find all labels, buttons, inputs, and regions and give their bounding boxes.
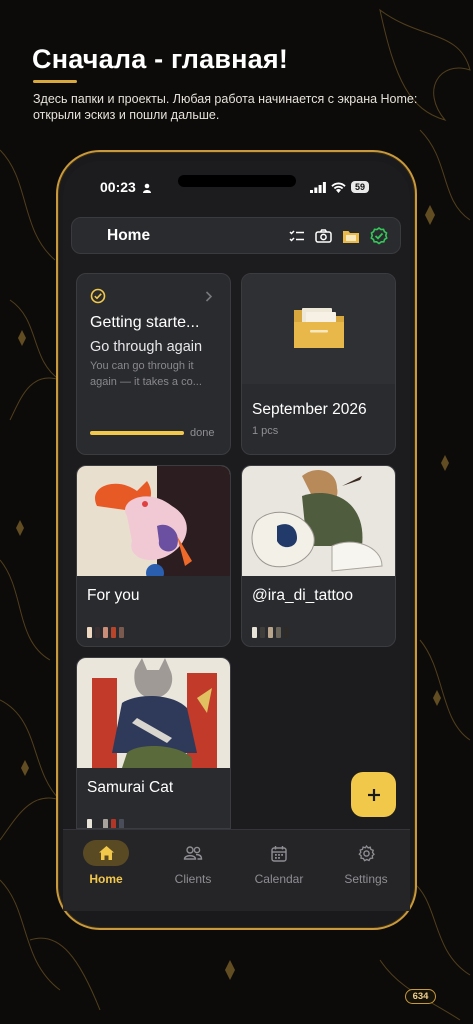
folder-title: September 2026	[252, 401, 367, 418]
person-icon	[142, 183, 151, 193]
check-circle-icon	[90, 288, 106, 304]
tab-home[interactable]: Home	[66, 840, 146, 886]
swatch	[252, 627, 257, 638]
project-card-ira[interactable]: @ira_di_tattoo	[241, 465, 396, 647]
calendar-icon	[271, 845, 287, 862]
swatch	[111, 627, 116, 638]
tab-settings-label: Settings	[344, 872, 388, 886]
dynamic-island	[178, 175, 296, 187]
swatch	[284, 627, 289, 638]
progress-label: done	[190, 427, 215, 439]
swatch	[119, 819, 124, 828]
folder-count: 1 pcs	[252, 425, 279, 437]
tab-settings[interactable]: Settings	[326, 840, 406, 886]
progress-track	[90, 431, 184, 435]
project-card-samurai[interactable]: Samurai Cat	[76, 657, 231, 829]
tab-home-pill	[83, 840, 129, 866]
project-thumbnail	[242, 466, 395, 576]
bottom-tab-bar: Home Clients Calendar Settings	[63, 829, 410, 911]
home-top-bar: Home	[71, 217, 401, 254]
tab-calendar[interactable]: Calendar	[239, 840, 319, 886]
folder-card[interactable]: September 2026 1 pcs	[241, 273, 396, 455]
swatch	[103, 627, 108, 638]
color-swatches	[252, 627, 289, 638]
swatch	[95, 627, 100, 638]
getting-started-description: You can go through it again — it takes a…	[90, 360, 202, 388]
tab-home-label: Home	[89, 872, 123, 886]
getting-started-card[interactable]: Getting starte... Go through again You c…	[76, 273, 231, 455]
home-icon	[98, 846, 114, 860]
checklist-icon[interactable]	[289, 229, 305, 243]
progress-fill	[90, 431, 184, 435]
swatch	[119, 627, 124, 638]
tab-clients[interactable]: Clients	[153, 840, 233, 886]
color-swatches	[87, 627, 124, 638]
page-number-badge: 634	[405, 989, 436, 1004]
status-icons: 59	[310, 181, 370, 193]
slide-subtitle: Здесь папки и проекты. Любая работа начи…	[33, 92, 418, 122]
getting-started-subtitle: Go through again	[90, 339, 203, 355]
tab-calendar-label: Calendar	[254, 872, 304, 886]
for-you-title: For you	[87, 587, 140, 604]
wifi-icon	[331, 182, 346, 193]
getting-started-title: Getting starte...	[90, 314, 200, 331]
swatch	[87, 819, 92, 828]
signal-icon	[310, 181, 326, 193]
people-icon	[183, 846, 203, 860]
gear-icon	[357, 844, 375, 861]
verified-check-icon[interactable]	[370, 227, 388, 245]
swatch	[260, 627, 265, 638]
color-swatches	[87, 819, 124, 828]
chevron-right-icon[interactable]	[205, 291, 213, 302]
add-project-button[interactable]	[351, 772, 396, 817]
slide-headline: Сначала - главная!	[32, 44, 289, 74]
plus-icon	[367, 788, 380, 801]
samurai-title: Samurai Cat	[87, 779, 174, 796]
camera-icon[interactable]	[315, 229, 332, 243]
project-thumbnail	[77, 466, 230, 576]
project-thumbnail	[77, 658, 230, 768]
page-title: Home	[107, 227, 151, 244]
status-time: 00:23	[100, 179, 152, 195]
swatch	[103, 819, 108, 828]
project-card-for-you[interactable]: For you	[76, 465, 231, 647]
swatch	[276, 627, 281, 638]
tab-clients-label: Clients	[174, 872, 212, 886]
battery-indicator: 59	[351, 181, 370, 193]
ira-title: @ira_di_tattoo	[252, 587, 354, 604]
headline-underline	[33, 80, 77, 83]
swatch	[268, 627, 273, 638]
folder-icon	[294, 308, 344, 348]
folder-icon[interactable]	[342, 229, 360, 244]
swatch	[95, 819, 100, 828]
swatch	[87, 627, 92, 638]
swatch	[111, 819, 116, 828]
